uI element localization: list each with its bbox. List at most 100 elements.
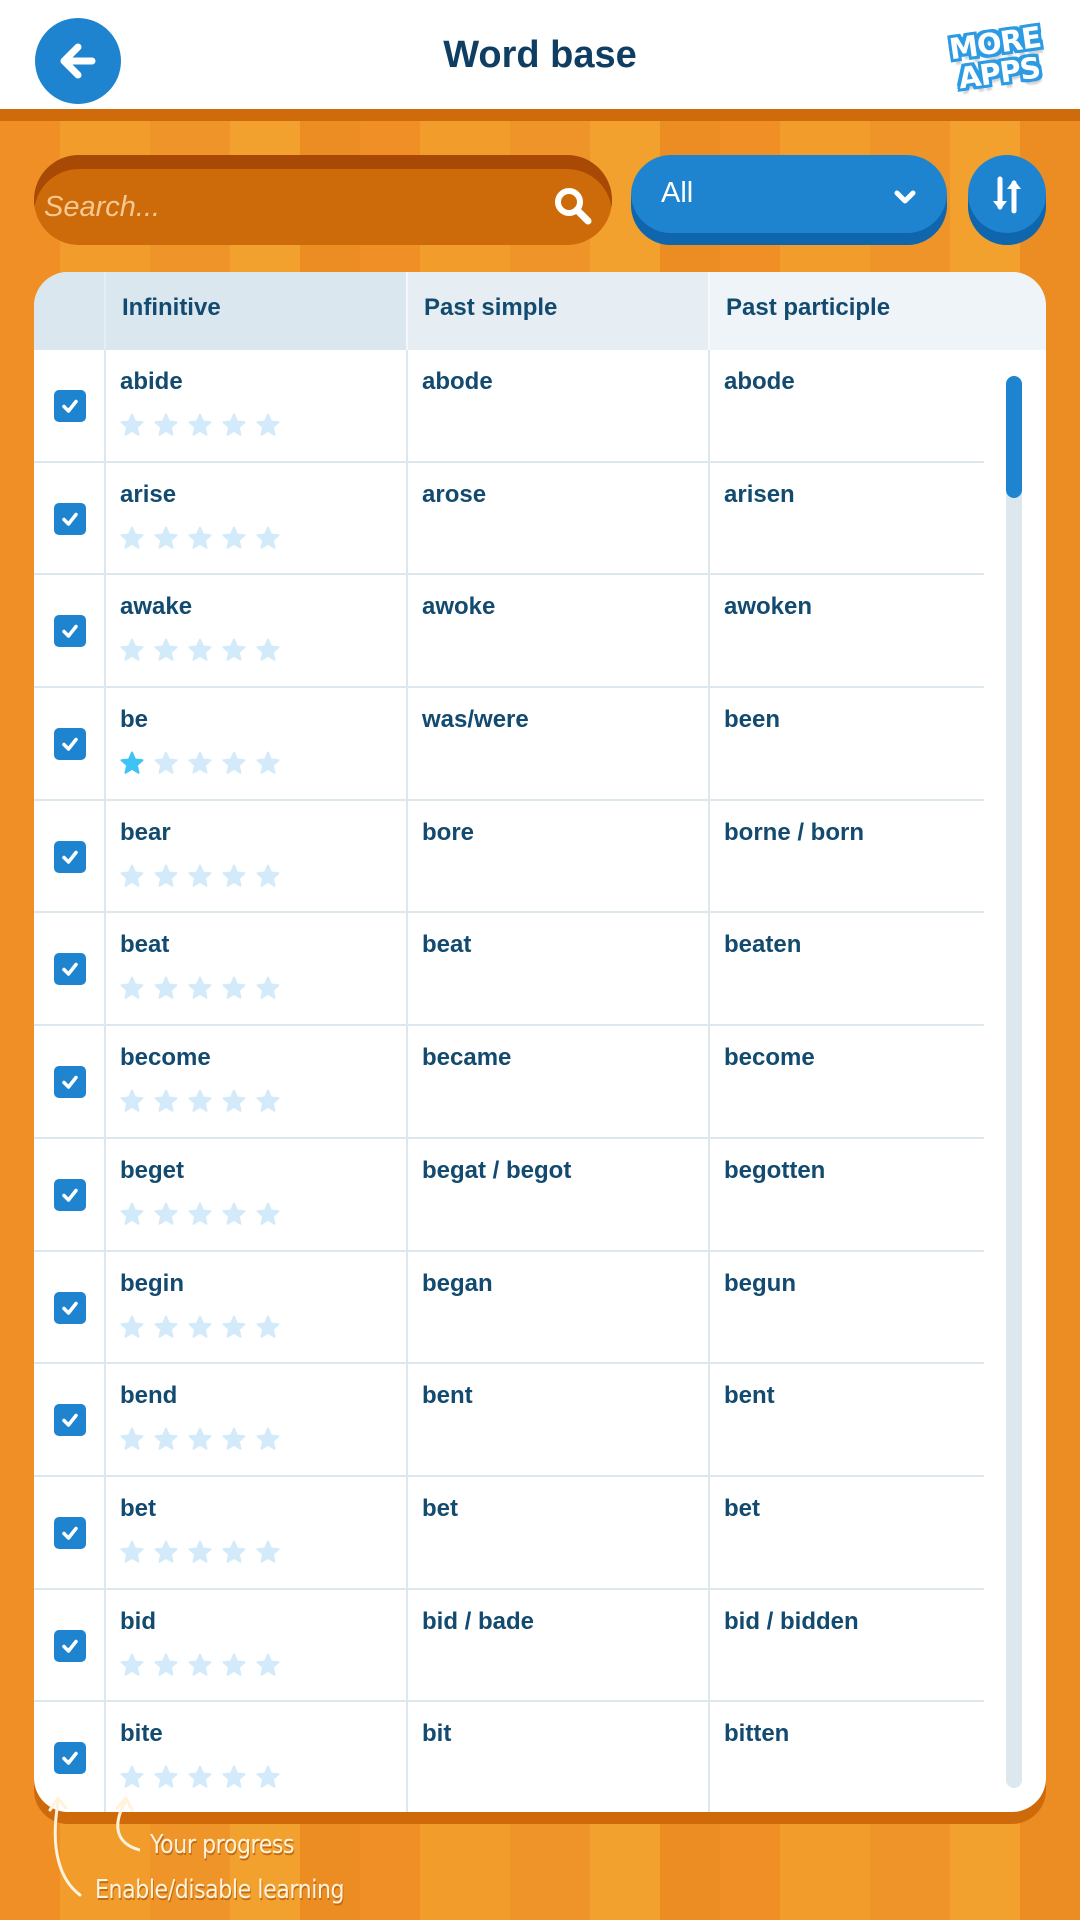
star-empty-icon: [256, 1427, 280, 1450]
table-header: Infinitive Past simple Past participle: [34, 272, 1046, 350]
past-participle-cell: arisen: [708, 462, 984, 574]
past-simple-cell: arose: [406, 462, 708, 574]
past-simple-cell: bid / bade: [406, 1589, 708, 1701]
checkbox-cell: [34, 350, 104, 461]
progress-stars: [120, 1315, 280, 1339]
star-empty-icon: [256, 1315, 280, 1338]
infinitive-text: bet: [120, 1494, 156, 1522]
star-empty-icon: [154, 1540, 178, 1563]
past-participle-cell: bitten: [708, 1702, 984, 1812]
progress-stars: [120, 526, 280, 550]
table-row[interactable]: abide abode abode: [34, 350, 984, 463]
past-simple-cell: began: [406, 1251, 708, 1363]
star-empty-icon: [188, 1202, 212, 1225]
enable-learning-checkbox[interactable]: [54, 953, 86, 986]
enable-learning-checkbox[interactable]: [54, 390, 86, 422]
scrollbar-thumb[interactable]: [1006, 376, 1022, 498]
top-bar: Word base MORE APPS: [0, 0, 1080, 121]
search-icon[interactable]: [552, 185, 594, 227]
table-row[interactable]: bet bet bet: [34, 1476, 984, 1590]
enable-learning-checkbox[interactable]: [54, 1516, 86, 1549]
more-apps-button[interactable]: MORE APPS: [940, 13, 1054, 103]
past-participle-cell: abode: [708, 350, 984, 461]
filter-dropdown[interactable]: All: [631, 155, 947, 245]
progress-stars: [120, 1427, 280, 1451]
star-empty-icon: [120, 526, 144, 549]
scrollbar-track[interactable]: [1006, 376, 1022, 1788]
table-row[interactable]: beget begat / begot begotten: [34, 1138, 984, 1252]
past-participle-cell: awoken: [708, 575, 984, 687]
past-participle-text: awoken: [724, 593, 813, 621]
progress-stars: [120, 413, 280, 437]
sort-button[interactable]: [968, 155, 1046, 245]
table-row[interactable]: bend bent bent: [34, 1364, 984, 1477]
star-empty-icon: [188, 976, 212, 1000]
table-row[interactable]: become became become: [34, 1026, 984, 1139]
star-empty-icon: [154, 413, 178, 436]
infinitive-cell: begin: [104, 1251, 406, 1363]
table-row[interactable]: bear bore borne / born: [34, 800, 984, 914]
progress-stars: [120, 1089, 280, 1113]
past-simple-cell: bet: [406, 1476, 708, 1588]
checkbox-cell: [34, 1477, 104, 1588]
infinitive-cell: beget: [104, 1138, 406, 1250]
checkmark-icon: [62, 1639, 78, 1653]
enable-learning-checkbox[interactable]: [54, 1178, 86, 1211]
enable-learning-checkbox[interactable]: [54, 840, 86, 873]
infinitive-text: beget: [120, 1156, 185, 1184]
enable-learning-checkbox[interactable]: [54, 1629, 86, 1662]
verb-table: Infinitive Past simple Past participle a…: [34, 272, 1046, 1812]
enable-learning-checkbox[interactable]: [54, 1066, 86, 1099]
checkmark-icon: [62, 1526, 78, 1540]
table-row[interactable]: bid bid / bade bid / bidden: [34, 1589, 984, 1703]
header-past-simple[interactable]: Past simple: [406, 272, 708, 350]
table-row[interactable]: awake awoke awoken: [34, 575, 984, 689]
past-participle-text: bid / bidden: [724, 1607, 859, 1635]
star-empty-icon: [154, 638, 178, 662]
header-past-participle[interactable]: Past participle: [708, 272, 1046, 350]
enable-learning-checkbox[interactable]: [54, 1291, 86, 1324]
star-empty-icon: [154, 976, 178, 1000]
table-row[interactable]: begin began begun: [34, 1251, 984, 1365]
star-empty-icon: [256, 1540, 280, 1563]
checkbox-cell: [34, 1590, 104, 1701]
past-participle-text: begun: [724, 1269, 796, 1297]
enable-learning-checkbox[interactable]: [54, 615, 86, 648]
enable-learning-checkbox[interactable]: [54, 502, 86, 535]
past-participle-cell: borne / born: [708, 800, 984, 912]
star-empty-icon: [154, 1765, 178, 1789]
past-simple-text: begat / begot: [422, 1156, 572, 1184]
table-row[interactable]: bite bit bitten: [34, 1702, 984, 1812]
star-empty-icon: [120, 413, 144, 436]
past-simple-text: was/were: [422, 706, 529, 734]
enable-learning-checkbox[interactable]: [54, 728, 86, 761]
enable-learning-checkbox[interactable]: [54, 1404, 86, 1437]
infinitive-cell: be: [104, 688, 406, 799]
past-simple-cell: beat: [406, 913, 708, 1025]
checkbox-cell: [34, 1139, 104, 1250]
table-row[interactable]: beat beat beaten: [34, 913, 984, 1027]
progress-stars: [120, 1765, 280, 1789]
header-infinitive[interactable]: Infinitive: [104, 272, 406, 350]
past-simple-cell: begat / begot: [406, 1138, 708, 1250]
star-empty-icon: [154, 864, 178, 887]
past-participle-text: bet: [724, 1494, 760, 1522]
star-empty-icon: [154, 1427, 178, 1450]
past-participle-text: bitten: [724, 1720, 790, 1748]
star-empty-icon: [120, 1427, 144, 1450]
star-empty-icon: [256, 413, 280, 436]
table-row[interactable]: be was/were been: [34, 688, 984, 801]
star-empty-icon: [188, 1427, 212, 1450]
table-row[interactable]: arise arose arisen: [34, 462, 984, 576]
enable-learning-checkbox[interactable]: [54, 1742, 86, 1775]
past-simple-text: awoke: [422, 593, 496, 621]
checkmark-icon: [62, 963, 78, 977]
star-empty-icon: [222, 976, 246, 1000]
checkbox-cell: [34, 801, 104, 912]
star-empty-icon: [256, 1202, 280, 1225]
checkbox-cell: [34, 575, 104, 686]
past-participle-text: become: [724, 1044, 815, 1072]
search-field[interactable]: [34, 155, 612, 245]
star-empty-icon: [188, 864, 212, 887]
search-input[interactable]: [44, 169, 534, 245]
